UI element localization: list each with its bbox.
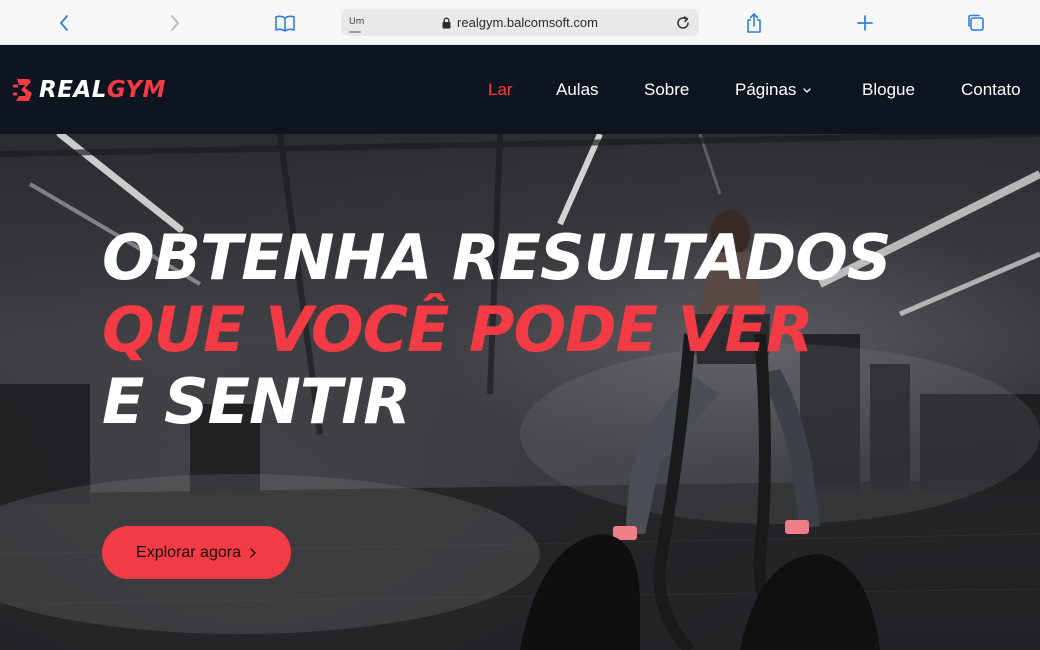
nav-item-paginas[interactable]: Páginas bbox=[735, 78, 812, 102]
tabs-overview-button[interactable] bbox=[961, 8, 991, 38]
nav-item-aulas[interactable]: Aulas bbox=[556, 78, 599, 102]
hero-line-3: E SENTIR bbox=[102, 365, 411, 438]
nav-item-blogue[interactable]: Blogue bbox=[862, 78, 915, 102]
hero-heading: OBTENHA RESULTADOS QUE VOCÊ PODE VER E S… bbox=[102, 221, 892, 438]
hero-section: OBTENHA RESULTADOS QUE VOCÊ PODE VER E S… bbox=[0, 134, 1040, 650]
main-nav: Lar Aulas Sobre Páginas Blogue Contato bbox=[0, 78, 1040, 102]
site-header: REALGYM Lar Aulas Sobre Páginas Blogue C… bbox=[0, 45, 1040, 134]
reload-button[interactable] bbox=[673, 13, 693, 33]
chevron-right-icon bbox=[171, 15, 179, 31]
share-button[interactable] bbox=[739, 8, 769, 38]
back-button[interactable] bbox=[49, 8, 79, 38]
explore-now-button[interactable]: Explorar agora bbox=[102, 526, 291, 579]
new-tab-button[interactable] bbox=[850, 8, 880, 38]
browser-toolbar: Um realgym.balcomsoft.com bbox=[0, 0, 1040, 45]
nav-item-lar[interactable]: Lar bbox=[488, 78, 513, 102]
reload-icon bbox=[677, 16, 689, 29]
address-bar[interactable]: Um realgym.balcomsoft.com bbox=[341, 9, 699, 36]
share-icon bbox=[747, 13, 761, 33]
explore-now-label: Explorar agora bbox=[136, 543, 241, 561]
lock-icon bbox=[442, 17, 451, 28]
nav-item-contato[interactable]: Contato bbox=[961, 78, 1021, 102]
chevron-down-icon bbox=[803, 88, 812, 93]
chevron-right-icon bbox=[250, 547, 256, 558]
plus-icon bbox=[857, 15, 873, 31]
nav-item-paginas-label: Páginas bbox=[735, 80, 797, 99]
nav-item-sobre[interactable]: Sobre bbox=[644, 78, 689, 102]
url-text: realgym.balcomsoft.com bbox=[457, 15, 598, 30]
hero-line-1: OBTENHA RESULTADOS bbox=[102, 221, 892, 294]
forward-button[interactable] bbox=[160, 8, 190, 38]
tabs-icon bbox=[968, 14, 984, 31]
book-icon bbox=[275, 15, 295, 32]
hero-line-2: QUE VOCÊ PODE VER bbox=[102, 293, 814, 366]
bookmarks-button[interactable] bbox=[270, 8, 300, 38]
chevron-left-icon bbox=[60, 15, 68, 31]
